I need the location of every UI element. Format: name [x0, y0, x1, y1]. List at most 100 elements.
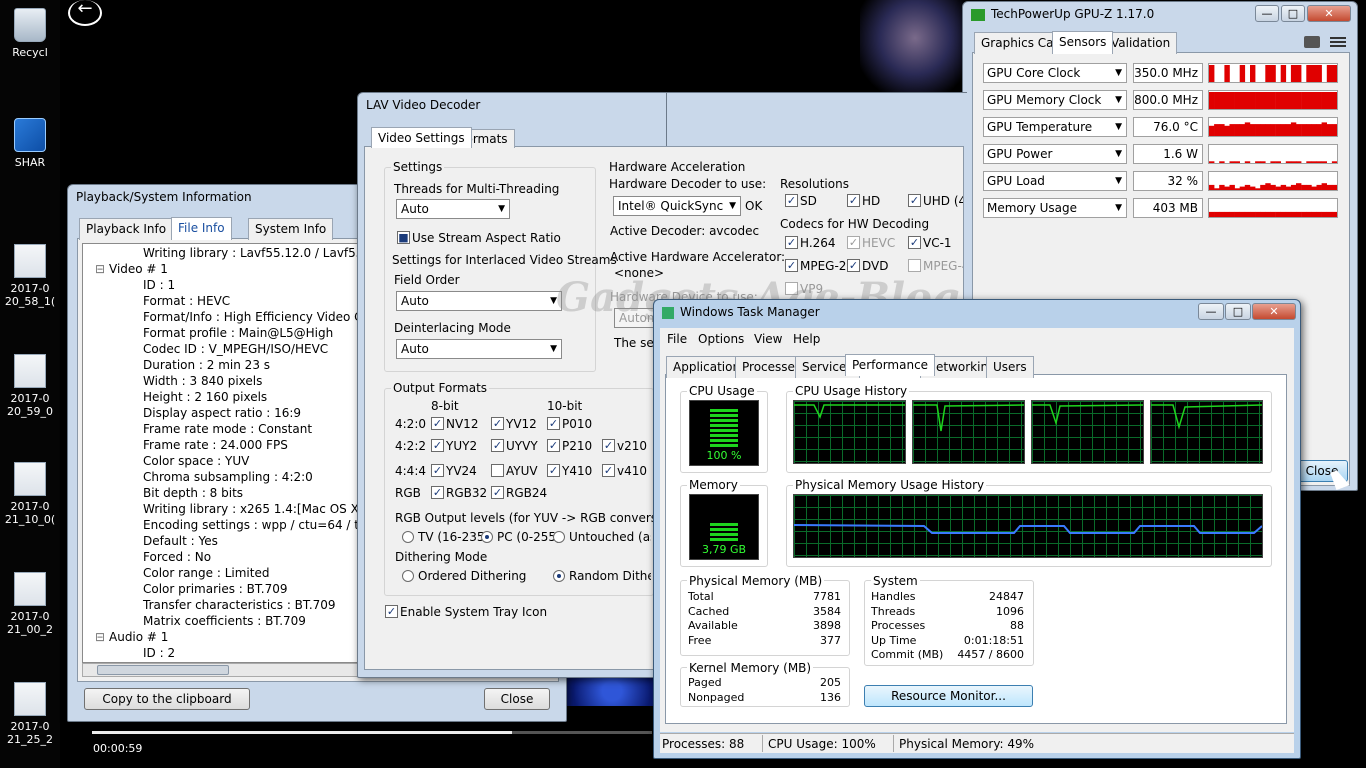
tree-node[interactable]: ⊟ Video # 1	[95, 262, 168, 276]
fmt-yv24-checkbox[interactable]: ✓	[431, 464, 444, 477]
fmt-y410-checkbox[interactable]: ✓	[547, 464, 560, 477]
copy-to-clipboard-button[interactable]: Copy to the clipboard	[84, 688, 250, 710]
stat-label: Handles	[871, 590, 916, 603]
sensor-name-select[interactable]: GPU Core Clock ▼	[983, 63, 1127, 83]
fmt-yuy2-checkbox[interactable]: ✓	[431, 439, 444, 452]
tab-validation[interactable]: Validation	[1104, 32, 1178, 54]
codec-mpeg4-checkbox[interactable]	[908, 259, 921, 272]
hw-device-select[interactable]: Autom	[614, 308, 659, 328]
menu-icon[interactable]	[1330, 37, 1346, 47]
dither-ordered-radio[interactable]	[402, 570, 414, 582]
fmt-v410-checkbox[interactable]: ✓	[602, 464, 615, 477]
tree-item: Encoding settings : wpp / ctu=64 / tu-in…	[143, 518, 357, 532]
res-uhd-checkbox[interactable]: ✓	[908, 194, 921, 207]
stat-value: 88	[1010, 619, 1024, 632]
desktop-icon-share[interactable]: SHAR	[4, 118, 56, 169]
collapse-icon[interactable]: ⊟	[95, 262, 105, 276]
tab-playback-info[interactable]: Playback Info	[79, 218, 174, 240]
tab-users[interactable]: Users	[986, 356, 1034, 378]
deinterlacing-select[interactable]: Auto ▼	[396, 339, 562, 359]
stream-aspect-checkbox[interactable]: ■	[397, 231, 410, 244]
menu-file[interactable]: File	[667, 332, 687, 346]
dither-random-radio[interactable]	[553, 570, 565, 582]
minimize-button[interactable]: —	[1198, 303, 1224, 320]
desktop-icon-screenshot-1[interactable]: 2017-0 20_58_1(	[4, 244, 56, 308]
fmt-nv12-checkbox[interactable]: ✓	[431, 417, 444, 430]
player-seekbar[interactable]	[92, 731, 652, 734]
menu-help[interactable]: Help	[793, 332, 820, 346]
maximize-button[interactable]: □	[1281, 5, 1305, 22]
fmt-p010-checkbox[interactable]: ✓	[547, 417, 560, 430]
res-sd-checkbox[interactable]: ✓	[785, 194, 798, 207]
stat-value: 377	[820, 633, 841, 647]
cpu-history-line	[1151, 404, 1263, 430]
collapse-icon[interactable]: ⊟	[95, 630, 105, 644]
codec-h264-checkbox[interactable]: ✓	[785, 236, 798, 249]
sensor-name-select[interactable]: Memory Usage ▼	[983, 198, 1127, 218]
tab-sensors[interactable]: Sensors	[1052, 31, 1114, 54]
camera-icon[interactable]	[1304, 36, 1320, 48]
sensor-name-select[interactable]: GPU Temperature ▼	[983, 117, 1127, 137]
chevron-down-icon: ▼	[1115, 68, 1122, 78]
tree-item: Writing library : x265 1.4:[Mac OS X][cl…	[143, 502, 358, 516]
back-arrow-icon[interactable]: ←	[68, 0, 102, 26]
rgb-pc-radio[interactable]	[481, 531, 493, 543]
desktop-icon-recycle-bin[interactable]: Recycl	[4, 8, 56, 59]
desktop-icon-screenshot-3[interactable]: 2017-0 21_10_0(	[4, 462, 56, 526]
rgb-untouched-radio[interactable]	[553, 531, 565, 543]
rgb-tv-radio[interactable]	[402, 531, 414, 543]
tab-system-info[interactable]: System Info	[248, 218, 334, 240]
menu-view[interactable]: View	[754, 332, 782, 346]
memory-meter: 3,79 GB	[689, 494, 759, 560]
resource-monitor-button[interactable]: Resource Monitor...	[864, 685, 1033, 707]
res-hd-checkbox[interactable]: ✓	[847, 194, 860, 207]
tab-video-settings[interactable]: Video Settings	[371, 127, 472, 148]
codec-mpeg2-checkbox[interactable]: ✓	[785, 259, 798, 272]
maximize-button[interactable]: □	[1225, 303, 1251, 320]
codecs-label: Codecs for HW Decoding	[780, 217, 930, 231]
file-info-tree[interactable]: Writing library : Lavf55.12.0 / Lavf55.1…	[82, 243, 358, 663]
fmt-uyvy-checkbox[interactable]: ✓	[491, 439, 504, 452]
desktop-icon-screenshot-2[interactable]: 2017-0 20_59_0	[4, 354, 56, 418]
codec-dvd-checkbox[interactable]: ✓	[847, 259, 860, 272]
sensor-graph	[1208, 63, 1338, 83]
fmt-yv12-checkbox[interactable]: ✓	[491, 417, 504, 430]
tree-node[interactable]: ⊟ Audio # 1	[95, 630, 168, 644]
minimize-button[interactable]: —	[1255, 5, 1279, 22]
tab-performance[interactable]: Performance	[845, 354, 936, 376]
sensor-name-select[interactable]: GPU Power ▼	[983, 144, 1127, 164]
system-tray-label: Enable System Tray Icon	[400, 605, 548, 619]
field-order-select[interactable]: Auto ▼	[396, 291, 562, 311]
desktop-icon-screenshot-4[interactable]: 2017-0 21_00_2	[4, 572, 56, 636]
desktop-icon-screenshot-5[interactable]: 2017-0 21_25_2	[4, 682, 56, 746]
threads-select[interactable]: Auto ▼	[396, 199, 510, 219]
tab-file-info[interactable]: File Info	[171, 217, 232, 240]
fmt-v210-checkbox[interactable]: ✓	[602, 439, 615, 452]
sensor-name-select[interactable]: GPU Load ▼	[983, 171, 1127, 191]
sensor-row: GPU Power ▼ 1.6 W	[983, 144, 1338, 166]
fmt-ayuv-checkbox[interactable]	[491, 464, 504, 477]
codec-vc1-checkbox[interactable]: ✓	[908, 236, 921, 249]
close-button[interactable]: ✕	[1307, 5, 1351, 22]
fmt-p210-checkbox[interactable]: ✓	[547, 439, 560, 452]
fmt-rgb32-checkbox[interactable]: ✓	[431, 486, 444, 499]
desktop-icon-label: 21_00_2	[7, 623, 53, 636]
hw-decoder-select[interactable]: Intel® QuickSync ▼	[613, 196, 741, 216]
tree-horizontal-scrollbar[interactable]	[82, 663, 358, 677]
rgb-pc-label: PC (0-255)	[497, 530, 561, 544]
tree-item: Forced : No	[143, 550, 212, 564]
scrollbar-thumb[interactable]	[97, 665, 229, 675]
chevron-down-icon: ▼	[550, 344, 557, 354]
tree-item: Color range : Limited	[143, 566, 270, 580]
close-button[interactable]: ✕	[1252, 303, 1296, 320]
system-tray-checkbox[interactable]: ✓	[385, 605, 398, 618]
tree-item: Writing library : Lavf55.12.0 / Lavf55.1…	[143, 246, 357, 260]
codec-hevc-checkbox[interactable]: ✓	[847, 236, 860, 249]
sensor-name: GPU Memory Clock	[987, 93, 1102, 107]
stat-row: Total 7781	[688, 590, 841, 605]
menu-options[interactable]: Options	[698, 332, 744, 346]
playback-close-button[interactable]: Close	[484, 688, 550, 710]
codec-vp9-checkbox[interactable]	[785, 282, 798, 295]
fmt-rgb24-checkbox[interactable]: ✓	[491, 486, 504, 499]
sensor-name-select[interactable]: GPU Memory Clock ▼	[983, 90, 1127, 110]
